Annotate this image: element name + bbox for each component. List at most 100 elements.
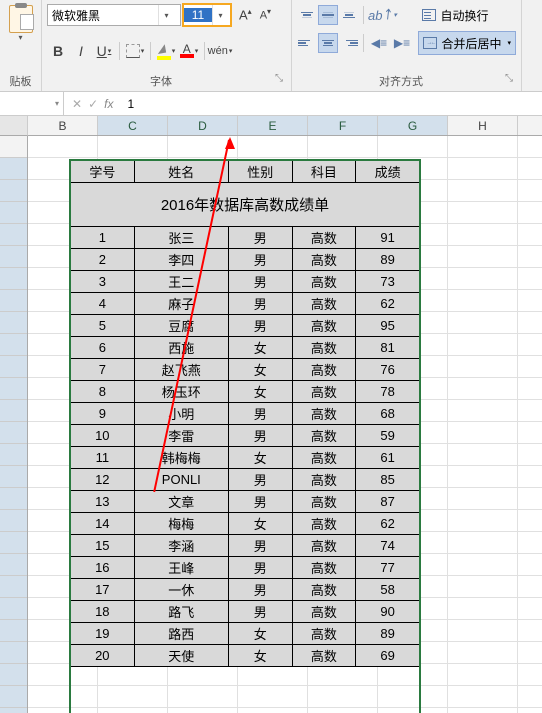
italic-button[interactable]: I (70, 40, 92, 62)
align-top-button[interactable] (297, 5, 317, 25)
table-cell[interactable]: 6 (71, 337, 135, 359)
select-all-corner[interactable] (0, 116, 28, 136)
paste-button[interactable]: ▾ (5, 3, 36, 44)
column-header-B[interactable]: B (28, 116, 98, 135)
orientation-button[interactable]: ab↗▾ (368, 7, 397, 23)
merge-center-button[interactable]: 合并后居中▾ (418, 31, 516, 55)
underline-button[interactable]: U▾ (93, 40, 115, 62)
table-cell[interactable]: 76 (356, 359, 420, 381)
row-header[interactable] (0, 268, 27, 290)
table-cell[interactable]: 高数 (292, 557, 356, 579)
table-cell[interactable]: 59 (356, 425, 420, 447)
font-size-input[interactable] (184, 8, 212, 22)
table-cell[interactable]: 95 (356, 315, 420, 337)
table-cell[interactable]: 高数 (292, 579, 356, 601)
table-cell[interactable]: 高数 (292, 601, 356, 623)
table-header-cell[interactable]: 科目 (292, 161, 356, 183)
table-cell[interactable]: 5 (71, 315, 135, 337)
table-cell[interactable]: 1 (71, 227, 135, 249)
insert-function-button[interactable]: fx (104, 97, 113, 111)
table-cell[interactable]: 15 (71, 535, 135, 557)
grow-font-button[interactable]: A▴ (236, 5, 255, 24)
table-cell[interactable]: 女 (228, 447, 292, 469)
bold-button[interactable]: B (47, 40, 69, 62)
table-cell[interactable]: 85 (356, 469, 420, 491)
table-cell[interactable]: 58 (356, 579, 420, 601)
table-cell[interactable]: 87 (356, 491, 420, 513)
table-cell[interactable]: 62 (356, 513, 420, 535)
name-box[interactable]: ▾ (0, 92, 64, 115)
table-cell[interactable]: 高数 (292, 513, 356, 535)
table-cell[interactable]: 高数 (292, 381, 356, 403)
row-header[interactable] (0, 312, 27, 334)
table-cell[interactable]: 男 (228, 315, 292, 337)
table-cell[interactable]: 男 (228, 271, 292, 293)
table-cell[interactable]: 杨玉环 (134, 381, 228, 403)
table-header-cell[interactable]: 成绩 (356, 161, 420, 183)
table-cell[interactable]: 高数 (292, 359, 356, 381)
table-cell[interactable]: 男 (228, 491, 292, 513)
formula-cancel-button[interactable]: ✕ (72, 97, 82, 111)
alignment-group-expand[interactable]: ⤡ (505, 73, 513, 84)
table-cell[interactable]: PONLI (134, 469, 228, 491)
table-cell[interactable]: 赵飞燕 (134, 359, 228, 381)
row-header[interactable] (0, 708, 27, 713)
table-title[interactable]: 2016年数据库高数成绩单 (71, 183, 420, 227)
table-cell[interactable]: 高数 (292, 469, 356, 491)
row-header[interactable] (0, 378, 27, 400)
shrink-font-button[interactable]: A▾ (257, 5, 274, 24)
table-cell[interactable]: 路西 (134, 623, 228, 645)
table-cell[interactable]: 高数 (292, 425, 356, 447)
font-size-combo[interactable]: ▾ (183, 4, 231, 26)
table-cell[interactable]: 7 (71, 359, 135, 381)
row-header[interactable] (0, 532, 27, 554)
table-cell[interactable]: 17 (71, 579, 135, 601)
table-cell[interactable]: 高数 (292, 293, 356, 315)
table-cell[interactable]: 男 (228, 579, 292, 601)
table-cell[interactable]: 69 (356, 645, 420, 667)
table-cell[interactable]: 男 (228, 249, 292, 271)
table-cell[interactable]: 男 (228, 293, 292, 315)
table-header-cell[interactable]: 姓名 (134, 161, 228, 183)
row-header[interactable] (0, 510, 27, 532)
table-cell[interactable]: 男 (228, 469, 292, 491)
table-cell[interactable]: 女 (228, 337, 292, 359)
table-cell[interactable]: 张三 (134, 227, 228, 249)
table-cell[interactable]: 李涵 (134, 535, 228, 557)
table-cell[interactable]: 王二 (134, 271, 228, 293)
table-cell[interactable]: 女 (228, 381, 292, 403)
table-cell[interactable]: 高数 (292, 623, 356, 645)
row-header[interactable] (0, 290, 27, 312)
table-cell[interactable]: 豆腐 (134, 315, 228, 337)
table-cell[interactable]: 78 (356, 381, 420, 403)
table-cell[interactable]: 女 (228, 623, 292, 645)
column-header-H[interactable]: H (448, 116, 518, 135)
row-header[interactable] (0, 642, 27, 664)
row-header[interactable] (0, 620, 27, 642)
increase-indent-button[interactable]: ▶≡ (391, 33, 413, 53)
table-cell[interactable]: 男 (228, 227, 292, 249)
font-name-input[interactable] (48, 8, 158, 22)
column-header-F[interactable]: F (308, 116, 378, 135)
table-cell[interactable]: 高数 (292, 491, 356, 513)
row-header[interactable] (0, 136, 27, 158)
table-cell[interactable]: 81 (356, 337, 420, 359)
column-header-E[interactable]: E (238, 116, 308, 135)
table-cell[interactable]: 74 (356, 535, 420, 557)
table-cell[interactable]: 73 (356, 271, 420, 293)
table-cell[interactable]: 女 (228, 513, 292, 535)
table-cell[interactable]: 李雷 (134, 425, 228, 447)
table-cell[interactable]: 90 (356, 601, 420, 623)
table-cell[interactable]: 高数 (292, 403, 356, 425)
table-header-cell[interactable]: 学号 (71, 161, 135, 183)
table-cell[interactable]: 男 (228, 601, 292, 623)
table-cell[interactable]: 一休 (134, 579, 228, 601)
table-cell[interactable]: 高数 (292, 315, 356, 337)
row-header[interactable] (0, 488, 27, 510)
table-cell[interactable]: 89 (356, 623, 420, 645)
row-header[interactable] (0, 246, 27, 268)
table-cell[interactable]: 91 (356, 227, 420, 249)
font-name-dropdown[interactable]: ▾ (158, 5, 174, 25)
table-cell[interactable]: 男 (228, 557, 292, 579)
table-cell[interactable]: 麻子 (134, 293, 228, 315)
